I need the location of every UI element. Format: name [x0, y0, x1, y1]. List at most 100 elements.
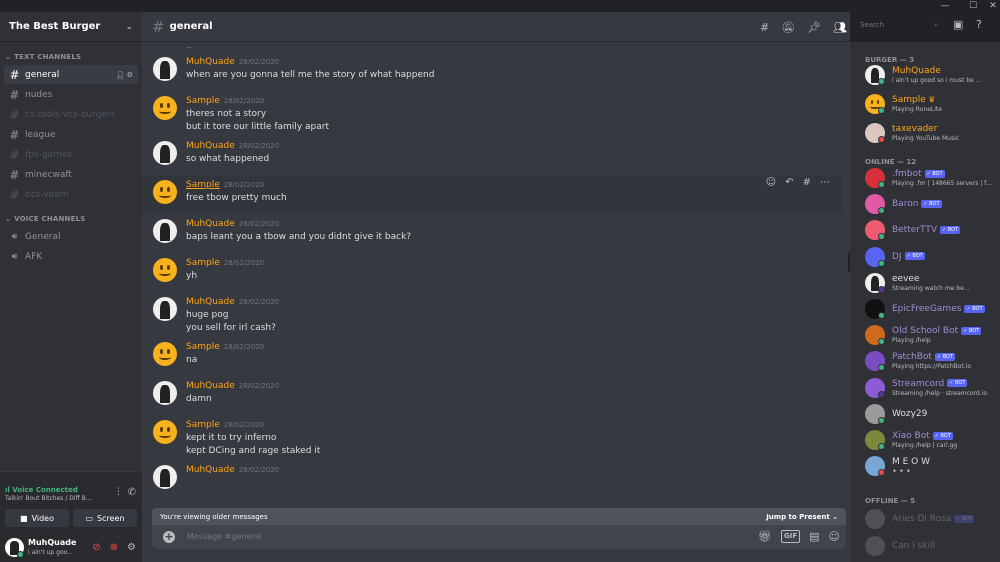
message-author[interactable]: MuhQuade 28/02/2020: [186, 57, 279, 67]
avatar[interactable]: [153, 57, 177, 81]
message[interactable]: MuhQuade 28/02/2020 when are you gonna tel…: [142, 52, 842, 91]
channel-title: general: [169, 21, 213, 32]
more-icon[interactable]: ⋯: [820, 177, 830, 188]
message[interactable]: MuhQuade 28/02/2020 baps leant you a tbow …: [142, 214, 842, 253]
threads-icon[interactable]: #: [760, 21, 769, 34]
category-text-channels[interactable]: ⌄ TEXT CHANNELS: [5, 53, 142, 61]
voice-channel-1[interactable]: 🔊︎ AFK: [4, 247, 138, 266]
message-author[interactable]: MuhQuade 28/02/2020: [186, 141, 279, 151]
video-button[interactable]: ■ Video: [5, 509, 69, 527]
gift-icon[interactable]: 🎁︎: [758, 530, 772, 543]
message[interactable]: MuhQuade 28/02/2020 so what happened: [142, 136, 842, 175]
member-item[interactable]: Baron ✓ BOT: [865, 192, 1000, 216]
message[interactable]: Sample 28/02/2020 kept it to try inferno ke…: [142, 415, 842, 460]
member-item[interactable]: Old School Bot ✓ BOT Playing /help: [865, 323, 1000, 347]
mute-icon[interactable]: ⊘: [92, 542, 100, 553]
channel-1[interactable]: # nudes: [4, 85, 138, 104]
member-item[interactable]: Wozy29: [865, 402, 1000, 426]
avatar[interactable]: [153, 219, 177, 243]
message-list[interactable]: ~ MuhQuade 28/02/2020 when are you gonna t…: [142, 43, 850, 513]
invite-icon[interactable]: 👤︎: [116, 71, 125, 79]
avatar[interactable]: [153, 180, 177, 204]
channel-5[interactable]: # minecwaft: [4, 165, 138, 184]
member-item[interactable]: Can i skill: [865, 534, 1000, 558]
sticker-icon[interactable]: ▤: [809, 530, 819, 543]
maximize-icon[interactable]: ☐: [962, 0, 984, 12]
message-author[interactable]: Sample 28/02/2020: [186, 258, 264, 268]
avatar[interactable]: [153, 381, 177, 405]
add-reaction-icon[interactable]: ☺: [766, 177, 776, 188]
message[interactable]: Sample 28/02/2020 na: [142, 337, 842, 376]
avatar[interactable]: [153, 465, 177, 489]
member-item[interactable]: PatchBot ✓ BOT Playing https://PatchBot.io: [865, 349, 1000, 373]
deafen-icon[interactable]: ⊗: [110, 542, 118, 553]
server-header[interactable]: The Best Burger ⌄: [0, 12, 142, 42]
avatar[interactable]: [153, 96, 177, 120]
message-author[interactable]: Sample 28/02/2020: [186, 342, 264, 352]
reply-icon[interactable]: ↶: [785, 177, 793, 188]
avatar[interactable]: [153, 258, 177, 282]
inbox-icon[interactable]: ▣: [953, 18, 963, 31]
member-item[interactable]: BetterTTV ✓ BOT: [865, 218, 1000, 242]
disconnect-icon[interactable]: ✆: [128, 487, 136, 498]
channel-2[interactable]: # cs-tools-vcs-burgers: [4, 105, 138, 124]
minimize-icon[interactable]: —: [934, 0, 956, 12]
message-author[interactable]: MuhQuade 28/02/2020: [186, 219, 279, 229]
channel-4[interactable]: # fps-games: [4, 145, 138, 164]
member-item[interactable]: .fmbot ✓ BOT Playing .fm | 148665 servers …: [865, 166, 1000, 190]
message[interactable]: Sample 28/02/2020 yh: [142, 253, 842, 292]
gear-icon[interactable]: ⚙: [127, 542, 136, 553]
message[interactable]: MuhQuade 28/02/2020 huge pog you sell for i…: [142, 292, 842, 337]
help-icon[interactable]: ?: [976, 18, 982, 31]
message[interactable]: Sample 28/02/2020 theres not a story but it…: [142, 91, 842, 136]
channel-0[interactable]: # general 👤︎ ⚙: [4, 65, 138, 84]
category-voice-channels[interactable]: ⌄ VOICE CHANNELS: [5, 215, 142, 223]
member-item[interactable]: M E O W ✦ ✦ ✦: [865, 454, 1000, 478]
hash-icon: #: [9, 167, 20, 182]
member-item[interactable]: Aries Di Rosa ✓ BOT: [865, 507, 1000, 531]
message-author[interactable]: Sample 28/02/2020: [186, 96, 264, 106]
gif-icon[interactable]: GIF: [780, 530, 801, 543]
thread-icon[interactable]: #: [803, 177, 811, 188]
message-author[interactable]: MuhQuade 28/02/2020: [186, 465, 279, 475]
jump-to-present-button[interactable]: Jump to Present ⌄: [766, 513, 838, 521]
notification-bell-icon[interactable]: 🔕︎: [781, 21, 795, 34]
avatar[interactable]: [153, 420, 177, 444]
avatar: [865, 536, 885, 556]
message[interactable]: MuhQuade 28/02/2020: [142, 460, 842, 499]
member-item[interactable]: Xiao Bot ✓ BOT Playing /help | carl.gg: [865, 428, 1000, 452]
member-list-icon[interactable]: 👥︎: [833, 21, 847, 34]
search-input[interactable]: Search ⌕: [855, 18, 943, 34]
voice-channel-0[interactable]: 🔊︎ General: [4, 227, 138, 246]
avatar[interactable]: [153, 342, 177, 366]
window-titlebar: — ☐ ✕: [0, 0, 1000, 12]
member-item[interactable]: Streamcord ✓ BOT Streaming /help · streamc…: [865, 376, 1000, 400]
chevron-down-icon[interactable]: ⌄: [125, 22, 133, 32]
channel-6[interactable]: # bcs-voam: [4, 185, 138, 204]
noise-suppression-icon[interactable]: ⫶: [117, 487, 120, 498]
avatar[interactable]: [153, 141, 177, 165]
message[interactable]: Sample 28/02/2020 free tbow pretty much ☺ ↶ #…: [142, 175, 842, 214]
message-author[interactable]: MuhQuade 28/02/2020: [186, 381, 279, 391]
message-author[interactable]: Sample 28/02/2020: [186, 180, 264, 190]
add-attachment-icon[interactable]: +: [163, 531, 175, 543]
message-author[interactable]: MuhQuade 28/02/2020: [186, 297, 279, 307]
member-item[interactable]: MuhQuade i ain't up good so i must be ...: [865, 63, 1000, 87]
member-category: ONLINE — 12: [865, 158, 917, 166]
close-icon[interactable]: ✕: [982, 0, 1000, 12]
gear-icon[interactable]: ⚙: [127, 71, 133, 79]
member-item[interactable]: eevee Streaming watch me be...: [865, 271, 1000, 295]
avatar[interactable]: [153, 297, 177, 321]
message-author[interactable]: Sample 28/02/2020: [186, 420, 264, 430]
emoji-icon[interactable]: ☺: [829, 530, 840, 543]
message-input[interactable]: Message #general: [187, 532, 262, 541]
screen-share-button[interactable]: ▭ Screen: [73, 509, 137, 527]
message[interactable]: MuhQuade 28/02/2020 damn: [142, 376, 842, 415]
member-item[interactable]: DJ ✓ BOT: [865, 245, 1000, 269]
member-item[interactable]: Sample ♛ Playing RuneLite: [865, 92, 1000, 116]
member-item[interactable]: EpicFreeGames ✓ BOT: [865, 297, 1000, 321]
member-item[interactable]: taxevader Playing YouTube Music: [865, 121, 1000, 145]
voice-status[interactable]: ıl Voice Connected: [5, 486, 78, 494]
channel-3[interactable]: # league: [4, 125, 138, 144]
pin-icon[interactable]: 📌︎: [807, 21, 821, 34]
